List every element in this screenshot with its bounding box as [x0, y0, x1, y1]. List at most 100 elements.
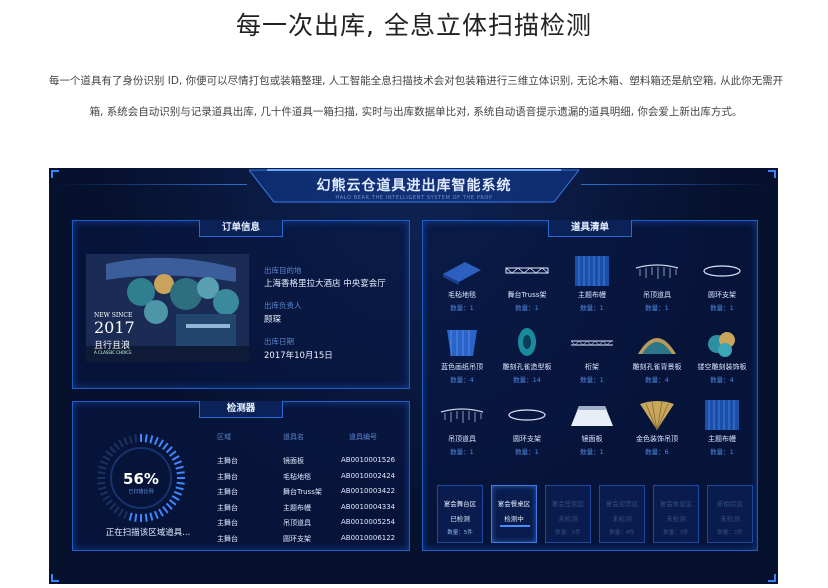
corner-decoration	[51, 574, 59, 582]
zone-name: 宴会休息区	[659, 500, 693, 508]
table-row: 主舞台 舞台Truss架 AB0010003422	[211, 487, 401, 502]
gold-fan-icon	[640, 401, 674, 431]
inventory-item[interactable]: 吊顶道具数量：1	[626, 254, 688, 314]
gauge-tick	[175, 465, 184, 470]
zone-count: 数量：4件	[609, 530, 635, 536]
destination-value: 上海香格里拉大酒店 中央宴会厅	[264, 279, 386, 289]
ceiling-prop-icon	[440, 408, 484, 423]
row-item-code: AB0010006122	[341, 534, 396, 542]
zone-status: 未检测	[720, 515, 740, 523]
detector-panel: 检测器 56% 已扫描比例 正在扫描该区域道具... 区域 道具名 道具编号 主…	[72, 401, 410, 551]
gauge-tick	[153, 436, 159, 446]
dashboard: 幻熊云仓道具进出库智能系统 HALO BEAR THE INTELLIGENT …	[49, 168, 778, 584]
gauge-tick	[158, 508, 164, 517]
zone-count: 数量：5件	[555, 530, 581, 536]
inventory-item[interactable]: 镜面板 数量：1	[561, 398, 623, 458]
zone-count: 数量：5件	[447, 530, 473, 536]
carpet-icon	[443, 262, 481, 285]
table-row: 主舞台 吊顶道具 AB0010005254	[211, 518, 401, 533]
inventory-item[interactable]: 毛毡地毯 数量：1	[431, 254, 493, 314]
inventory-item-qty: 数量：1	[450, 448, 474, 456]
date-label: 出库日期	[264, 337, 294, 346]
inventory-item-qty: 数量：1	[515, 304, 539, 312]
gauge-tick	[149, 435, 154, 444]
order-panel-tab: 订单信息	[199, 220, 283, 237]
date-value: 2017年10月15日	[264, 351, 333, 361]
gauge-tick	[162, 442, 169, 451]
inventory-item-name: 吊顶道具	[643, 291, 671, 299]
ring-stand-icon	[703, 265, 741, 277]
inventory-item[interactable]: 雕刻孔雀造型板 数量：14	[496, 326, 558, 386]
inventory-item-qty: 数量：4	[645, 376, 669, 384]
gauge-tick	[162, 505, 169, 514]
zone-card[interactable]: 宴会签到区 未检测 数量：5件	[545, 485, 591, 543]
inventory-item[interactable]: 镂空雕刻装饰板 数量：4	[691, 326, 753, 386]
blue-paper-icon	[447, 330, 477, 356]
table-row: 主舞台 圆环支架 AB0010006122	[211, 534, 401, 549]
zone-status: 已检测	[450, 515, 470, 523]
gauge-tick	[102, 455, 111, 461]
frame-icon	[570, 340, 613, 346]
photo-caption-line4: A CLASSIC CHOICE	[94, 350, 132, 355]
table-row: 主舞台 主题布幔 AB0010004334	[211, 503, 401, 518]
zone-card[interactable]: 宴会休息区 未检测 数量：3件	[653, 485, 699, 543]
zone-name: 宴会签到区	[551, 500, 585, 508]
progress-caption: 已扫描比例	[128, 489, 154, 495]
zone-name: 宴会舞台区	[443, 500, 477, 508]
row-item-name: 毛毡地毯	[283, 472, 311, 481]
inventory-item[interactable]: 主题布幔 数量：1	[691, 398, 753, 458]
gauge-tick	[98, 465, 107, 470]
inventory-item-name: 金色装饰吊顶	[636, 435, 678, 443]
corner-decoration	[51, 170, 59, 178]
gauge-tick	[134, 513, 138, 522]
row-zone: 主舞台	[217, 503, 238, 512]
inventory-item-name: 雕刻孔雀造型板	[502, 363, 552, 371]
zone-card[interactable]: 宴会迎宾区 未检测 数量：4件	[599, 485, 645, 543]
inventory-item[interactable]: 圆环支架 数量：1	[496, 398, 558, 458]
gauge-tick	[113, 442, 120, 451]
row-zone: 主舞台	[217, 488, 238, 497]
inventory-item-qty: 数量：1	[645, 304, 669, 312]
inventory-item-qty: 数量：1	[450, 304, 474, 312]
inventory-item[interactable]: 吊顶道具 数量：1	[431, 398, 493, 458]
row-item-code: AB0010005254	[341, 518, 396, 527]
row-item-code: AB0010001526	[341, 456, 396, 464]
row-item-name: 舞台Truss架	[283, 488, 322, 497]
header-line-right	[581, 184, 771, 185]
zone-card[interactable]: 新娘房区 未检测 数量：2件	[707, 485, 753, 543]
zone-progress-bar	[500, 525, 530, 527]
row-item-name: 吊顶道具	[283, 519, 311, 528]
peacock-backdrop-icon	[638, 338, 676, 354]
inventory-item[interactable]: 圆环支架 数量：1	[691, 254, 753, 314]
column-header-code: 道具编号	[349, 433, 377, 441]
gauge-tick	[168, 450, 177, 457]
scan-status: 正在扫描该区域道具...	[105, 528, 191, 538]
inventory-item[interactable]: 桁架 数量：1	[561, 326, 623, 386]
gauge-tick	[134, 434, 138, 443]
zone-card[interactable]: 宴会餐桌区 检测中	[491, 485, 537, 543]
inventory-item[interactable]: 金色装饰吊顶 数量：6	[626, 398, 688, 458]
row-item-name: 主题布幔	[283, 503, 311, 512]
inventory-item-qty: 数量：1	[580, 448, 604, 456]
progress-percent: 56%	[123, 470, 159, 488]
inventory-item[interactable]: 舞台Truss架 数量：1	[496, 254, 558, 314]
gauge-tick	[149, 512, 154, 521]
gauge-tick	[144, 513, 148, 522]
gauge-tick	[109, 446, 117, 454]
corner-decoration	[768, 574, 776, 582]
page-title: 每一次出库, 全息立体扫描检测	[236, 11, 592, 40]
inventory-item-qty: 数量：6	[645, 448, 669, 456]
inventory-item-qty: 数量：1	[580, 376, 604, 384]
inventory-item[interactable]: 蓝色画纸吊顶 数量：4	[431, 326, 493, 386]
inventory-item[interactable]: 雕刻孔雀背景板 数量：4	[626, 326, 688, 386]
photo-caption-year: 2017	[94, 318, 135, 337]
inventory-item[interactable]: 主题布幔 数量：1	[561, 254, 623, 314]
curtain-icon	[705, 400, 739, 430]
zone-card[interactable]: 宴会舞台区已检测数量：5件	[437, 485, 483, 543]
detector-panel-tab: 检测器	[199, 401, 283, 418]
row-item-name: 镜面板	[283, 457, 304, 465]
gauge-tick	[105, 450, 114, 457]
row-zone: 主舞台	[217, 519, 238, 528]
inventory-item-name: 主题布幔	[578, 291, 606, 299]
order-photo: NEW SINCE 2017 且行且浪 A CLASSIC CHOICE	[86, 254, 249, 362]
